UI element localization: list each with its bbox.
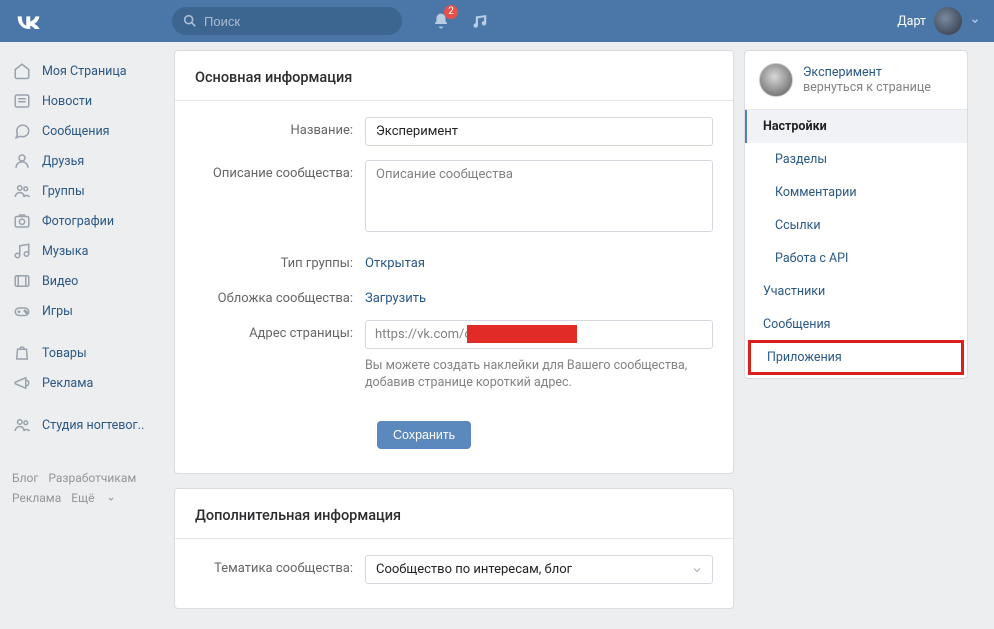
- nav-item-label: Группы: [42, 184, 85, 199]
- desc-textarea[interactable]: [365, 160, 713, 232]
- nav-item-ads[interactable]: Реклама: [6, 368, 164, 398]
- nav-item-game[interactable]: Игры: [6, 296, 164, 326]
- music-icon[interactable]: [472, 11, 490, 31]
- left-nav: Моя Страница Новости Сообщения Друзья Группы…: [6, 50, 164, 609]
- nav-item-photo[interactable]: Фотографии: [6, 206, 164, 236]
- label-cover: Обложка сообщества:: [195, 285, 365, 306]
- footer-link[interactable]: Реклама: [12, 488, 61, 508]
- search-wrap: [172, 7, 402, 35]
- nav-item-label: Реклама: [42, 376, 93, 391]
- chevron-down-icon: [970, 16, 980, 26]
- notifications-icon[interactable]: 2: [432, 11, 450, 31]
- vk-logo[interactable]: [14, 13, 42, 29]
- nav-item-user[interactable]: Друзья: [6, 146, 164, 176]
- footer-links: Блог Разработчикам Реклама Ещё: [6, 462, 164, 514]
- nav-item-music[interactable]: Музыка: [6, 236, 164, 266]
- nav-item-home[interactable]: Моя Страница: [6, 56, 164, 86]
- settings-menu-item[interactable]: Разделы: [745, 143, 967, 176]
- name-input[interactable]: [365, 117, 713, 146]
- section-title: Основная информация: [175, 51, 733, 101]
- nav-item-label: Игры: [42, 304, 73, 319]
- group-icon: [12, 416, 32, 434]
- nav-item-label: Новости: [42, 94, 92, 109]
- settings-menu-item[interactable]: Работа с API: [745, 242, 967, 275]
- card-main-info: Основная информация Название: Описание с…: [174, 50, 734, 474]
- nav-item-msg[interactable]: Сообщения: [6, 116, 164, 146]
- nav-item-label: Видео: [42, 274, 78, 289]
- back-to-page[interactable]: вернуться к странице: [803, 80, 931, 95]
- group-type-link[interactable]: Открытая: [365, 250, 425, 271]
- nav-item-label: Друзья: [42, 154, 84, 169]
- footer-link[interactable]: Разработчикам: [48, 468, 136, 488]
- address-redaction: [467, 325, 577, 343]
- notif-badge: 2: [444, 5, 458, 19]
- footer-more[interactable]: Ещё: [71, 488, 115, 508]
- main-column: Основная информация Название: Описание с…: [174, 50, 734, 609]
- label-theme: Тематика сообщества:: [195, 555, 365, 576]
- label-name: Название:: [195, 117, 365, 138]
- ads-icon: [12, 374, 32, 392]
- nav-item-label: Моя Страница: [42, 64, 127, 79]
- nav-item-label: Студия ногтевог..: [42, 418, 144, 433]
- card-additional-info: Дополнительная информация Тематика сообщ…: [174, 488, 734, 609]
- footer-link[interactable]: Блог: [12, 468, 38, 488]
- nav-item-label: Товары: [42, 346, 87, 361]
- label-desc: Описание сообщества:: [195, 160, 365, 181]
- community-avatar[interactable]: [759, 63, 793, 97]
- settings-menu-item[interactable]: Участники: [745, 275, 967, 308]
- user-name: Дарт: [897, 14, 926, 29]
- right-column: Эксперимент вернуться к странице Настрой…: [744, 50, 968, 609]
- photo-icon: [12, 212, 32, 230]
- msg-icon: [12, 122, 32, 140]
- user-menu[interactable]: Дарт: [897, 7, 986, 35]
- section-title: Дополнительная информация: [175, 489, 733, 539]
- settings-menu-item[interactable]: Сообщения: [745, 308, 967, 341]
- settings-menu-item[interactable]: Комментарии: [745, 176, 967, 209]
- label-addr: Адрес страницы:: [195, 320, 365, 341]
- theme-select[interactable]: [365, 555, 713, 584]
- home-icon: [12, 62, 32, 80]
- settings-menu-item[interactable]: Настройки: [745, 110, 967, 143]
- nav-item-group[interactable]: Группы: [6, 176, 164, 206]
- music-icon: [12, 242, 32, 260]
- settings-menu-item[interactable]: Приложения: [749, 341, 963, 374]
- user-icon: [12, 152, 32, 170]
- label-type: Тип группы:: [195, 250, 365, 271]
- nav-item-label: Фотографии: [42, 214, 114, 229]
- save-button[interactable]: Сохранить: [377, 421, 471, 449]
- search-input[interactable]: [172, 7, 402, 35]
- address-hint: Вы можете создать наклейки для Вашего со…: [365, 357, 713, 391]
- nav-item-group[interactable]: Студия ногтевог..: [6, 410, 164, 440]
- nav-item-video[interactable]: Видео: [6, 266, 164, 296]
- nav-item-label: Сообщения: [42, 124, 110, 139]
- search-icon: [182, 13, 198, 29]
- nav-item-bag[interactable]: Товары: [6, 338, 164, 368]
- bag-icon: [12, 344, 32, 362]
- right-card: Эксперимент вернуться к странице Настрой…: [744, 50, 968, 379]
- game-icon: [12, 302, 32, 320]
- group-icon: [12, 182, 32, 200]
- settings-menu-item[interactable]: Ссылки: [745, 209, 967, 242]
- video-icon: [12, 272, 32, 290]
- news-icon: [12, 92, 32, 110]
- upload-cover-link[interactable]: Загрузить: [365, 285, 426, 306]
- avatar: [934, 7, 962, 35]
- community-name-link[interactable]: Эксперимент: [803, 65, 931, 80]
- nav-item-label: Музыка: [42, 244, 88, 259]
- nav-item-news[interactable]: Новости: [6, 86, 164, 116]
- topbar: 2 Дарт: [0, 0, 994, 42]
